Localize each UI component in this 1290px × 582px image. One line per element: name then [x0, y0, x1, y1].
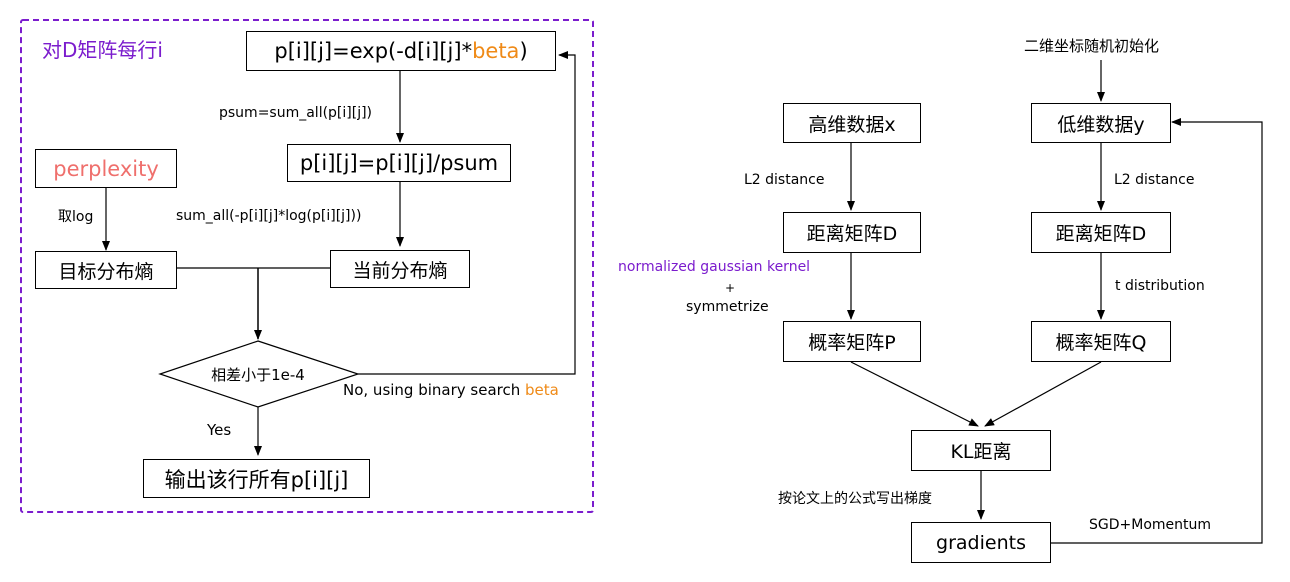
target-entropy-node: 目标分布熵	[35, 251, 177, 289]
grad-formula-label: 按论文上的公式写出梯度	[778, 491, 932, 507]
entropy-label: sum_all(-p[i][j]*log(p[i][j]))	[176, 208, 362, 224]
prob-p-text: 概率矩阵P	[808, 332, 896, 354]
sgd-label: SGD+Momentum	[1089, 517, 1212, 533]
psum-label: psum=sum_all(p[i][j])	[219, 105, 373, 121]
exp-node: p[i][j]=exp(-d[i][j]* beta)	[246, 31, 556, 71]
dist-left-node: 距离矩阵D	[783, 212, 921, 253]
output-node: 输出该行所有p[i][j]	[143, 459, 370, 498]
no-text: No, using binary search	[343, 381, 526, 399]
exp-beta: beta	[472, 39, 520, 63]
exp-prefix: p[i][j]=exp(-d[i][j]*	[274, 39, 473, 63]
dist-right-text: 距离矩阵D	[1055, 223, 1147, 245]
target-entropy-text: 目标分布熵	[58, 260, 154, 283]
perplexity-node: perplexity	[35, 149, 177, 188]
l2-right-label: L2 distance	[1114, 172, 1195, 188]
arrow-p-to-kl	[850, 361, 979, 427]
decision-label: 相差小于1e-4	[211, 365, 305, 384]
take-log-label: 取log	[58, 209, 94, 225]
low-data-node: 低维数据y	[1031, 103, 1171, 143]
prob-q-node: 概率矩阵Q	[1031, 321, 1171, 362]
frame-title: 对D矩阵每行i	[42, 38, 163, 62]
normalize-text: p[i][j]=p[i][j]/psum	[299, 151, 499, 175]
normalize-node: p[i][j]=p[i][j]/psum	[287, 144, 511, 182]
kl-text: KL距离	[950, 441, 1012, 463]
dist-left-text: 距离矩阵D	[806, 223, 898, 245]
tsne-diagram: 对D矩阵每行i p[i][j]=exp(-d[i][j]* beta) psum=…	[0, 0, 1290, 582]
prob-p-node: 概率矩阵P	[783, 321, 921, 362]
no-label: No, using binary search beta	[343, 381, 559, 399]
no-beta: beta	[525, 381, 559, 399]
perplexity-text: perplexity	[53, 156, 159, 181]
l2-left-label: L2 distance	[744, 172, 825, 188]
gradients-node: gradients	[911, 522, 1051, 563]
t-dist-label: t distribution	[1115, 278, 1205, 294]
high-data-node: 高维数据x	[783, 103, 921, 143]
gauss-label: normalized gaussian kernel	[618, 259, 811, 275]
arrow-no-loop	[358, 51, 576, 375]
arrow-q-to-kl	[984, 361, 1102, 427]
init-label: 二维坐标随机初始化	[1024, 37, 1160, 55]
output-text: 输出该行所有p[i][j]	[164, 467, 349, 492]
kl-node: KL距离	[911, 430, 1051, 471]
prob-q-text: 概率矩阵Q	[1055, 332, 1147, 354]
low-data-text: 低维数据y	[1057, 113, 1145, 136]
dist-right-node: 距离矩阵D	[1031, 212, 1171, 253]
plus-label: +	[725, 281, 736, 295]
yes-label: Yes	[207, 421, 232, 439]
exp-suffix: )	[519, 39, 528, 63]
symmetrize-label: symmetrize	[686, 299, 769, 315]
high-data-text: 高维数据x	[808, 113, 896, 136]
current-entropy-node: 当前分布熵	[330, 250, 470, 288]
gradients-text: gradients	[936, 531, 1026, 554]
current-entropy-text: 当前分布熵	[352, 259, 448, 282]
